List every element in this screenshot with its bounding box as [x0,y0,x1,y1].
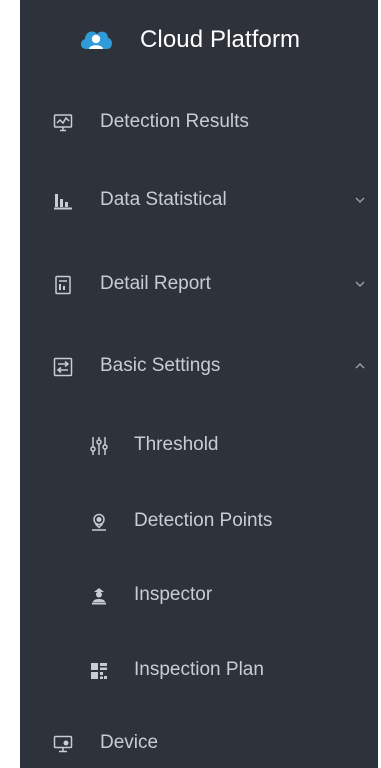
settings-toggle-icon [53,357,73,377]
chevron-down-icon[interactable] [353,277,367,291]
page: Cloud Platform Detection Results Data St… [0,0,381,768]
submenu-item-detection-points[interactable]: Detection Points [20,496,378,548]
plan-icon [89,661,109,681]
submenu-item-label: Inspection Plan [134,659,264,680]
chevron-up-icon[interactable] [353,359,367,373]
menu-item-label: Basic Settings [100,355,221,376]
bar-chart-icon [53,191,73,211]
brand-header[interactable]: Cloud Platform [20,0,378,92]
person-icon [89,586,109,606]
menu-item-label: Detection Results [100,111,249,132]
brand-title: Cloud Platform [140,26,301,53]
menu-item-device[interactable]: Device [20,718,378,768]
submenu-item-threshold[interactable]: Threshold [20,420,378,472]
menu-item-label: Device [100,732,159,753]
menu-item-label: Detail Report [100,273,211,294]
submenu-item-label: Threshold [134,434,219,455]
sliders-icon [89,436,109,456]
report-icon [53,275,73,295]
cloud-icon [78,25,114,53]
submenu-item-inspection-plan[interactable]: Inspection Plan [20,645,378,697]
monitor-chart-icon [53,113,73,133]
menu-item-detection-results[interactable]: Detection Results [20,97,378,149]
device-icon [53,734,73,754]
menu-item-label: Data Statistical [100,189,227,210]
submenu-item-label: Inspector [134,584,213,605]
menu-item-basic-settings[interactable]: Basic Settings [20,341,378,393]
menu-item-detail-report[interactable]: Detail Report [20,259,378,311]
location-pin-icon [89,512,109,532]
menu-item-data-statistical[interactable]: Data Statistical [20,175,378,227]
sidebar: Cloud Platform Detection Results Data St… [20,0,378,768]
submenu-item-label: Detection Points [134,510,273,531]
chevron-down-icon[interactable] [353,193,367,207]
submenu-item-inspector[interactable]: Inspector [20,570,378,622]
